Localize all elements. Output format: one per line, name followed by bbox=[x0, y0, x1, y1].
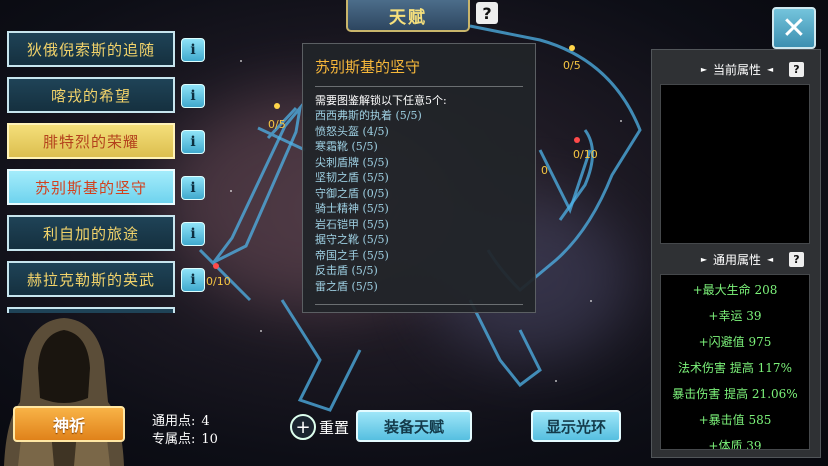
arrow-right-icon: ◄ bbox=[767, 64, 774, 74]
popup-requirement: 需要图鉴解锁以下任意5个: bbox=[315, 94, 447, 107]
info-icon[interactable]: i bbox=[181, 130, 205, 154]
talent-detail-popup: 苏别斯基的坚守 需要图鉴解锁以下任意5个: 西西弗斯的执着 (5/5) 愤怒头盔… bbox=[302, 43, 536, 313]
stat-line: 暴击伤害 提高 21.06% bbox=[672, 387, 798, 401]
pray-button[interactable]: 神祈 bbox=[13, 406, 125, 442]
popup-item: 岩石铠甲 (5/5) bbox=[315, 217, 389, 231]
arrow-left-icon: ► bbox=[700, 64, 707, 74]
reset-button[interactable]: + 重置 bbox=[290, 414, 349, 440]
arrow-left-icon: ► bbox=[700, 254, 707, 264]
talent-item[interactable]: 喀戎的希望 bbox=[7, 77, 175, 113]
talent-item-selected[interactable]: 腓特烈的荣耀 bbox=[7, 123, 175, 159]
popup-item: 守御之盾 (0/5) bbox=[315, 186, 389, 200]
popup-item: 雷之盾 (5/5) bbox=[315, 279, 378, 293]
talent-item[interactable]: 狄俄倪索斯的追随 bbox=[7, 31, 175, 67]
reset-label: 重置 bbox=[319, 418, 350, 437]
page-title: 天赋 bbox=[346, 0, 470, 32]
current-attr-title: 当前属性 bbox=[712, 62, 761, 77]
node-count-top: 0/5 bbox=[563, 59, 581, 72]
popup-item: 西西弗斯的执着 (5/5) bbox=[315, 109, 422, 122]
general-points-label: 通用点: bbox=[152, 414, 196, 429]
talent-item[interactable]: 赫拉克勒斯的英武 bbox=[7, 261, 175, 297]
info-icon[interactable]: i bbox=[181, 176, 205, 200]
popup-item: 据守之靴 (5/5) bbox=[315, 233, 389, 246]
general-attr-title: 通用属性 bbox=[712, 252, 761, 267]
equip-talent-button[interactable]: 装备天赋 bbox=[356, 410, 472, 442]
question-icon[interactable]: ? bbox=[476, 2, 498, 24]
close-icon: ✕ bbox=[781, 10, 807, 46]
question-icon[interactable]: ? bbox=[789, 62, 804, 77]
general-points-value: 4 bbox=[201, 414, 210, 429]
popup-divider bbox=[315, 86, 523, 87]
talent-item[interactable]: 利自加的旅途 bbox=[7, 215, 175, 251]
attribute-panel: ► 当前属性 ◄ ? ► 通用属性 ◄ ? +最大生命 208 +幸运 39 +… bbox=[651, 49, 821, 458]
stat-line: +暴击值 585 bbox=[698, 413, 772, 427]
node-count-right-mid: 0 bbox=[541, 164, 548, 177]
info-icon[interactable]: i bbox=[181, 38, 205, 62]
hooded-character-portrait bbox=[4, 318, 124, 466]
info-icon[interactable]: i bbox=[181, 84, 205, 108]
stat-line: +闪避值 975 bbox=[698, 335, 772, 349]
current-attr-box bbox=[660, 84, 810, 244]
stat-line: +幸运 39 bbox=[708, 309, 762, 323]
show-aura-button[interactable]: 显示光环 bbox=[531, 410, 621, 442]
special-points-label: 专属点: bbox=[152, 432, 196, 447]
popup-item: 寒霜靴 (5/5) bbox=[315, 140, 378, 153]
popup-item: 愤怒头盔 (4/5) bbox=[315, 124, 389, 138]
popup-item: 坚韧之盾 (5/5) bbox=[315, 171, 389, 184]
info-icon[interactable]: i bbox=[181, 222, 205, 246]
popup-item: 帝国之手 (5/5) bbox=[315, 248, 389, 262]
stat-line: +体质 39 bbox=[708, 439, 762, 450]
popup-item: 骑士精神 (5/5) bbox=[315, 202, 389, 215]
popup-item: 反击盾 (5/5) bbox=[315, 264, 378, 277]
general-attr-box[interactable]: +最大生命 208 +幸运 39 +闪避值 975 法术伤害 提高 117% 暴… bbox=[660, 274, 810, 450]
popup-divider bbox=[315, 304, 523, 305]
close-button[interactable]: ✕ bbox=[772, 7, 816, 49]
info-icon[interactable]: i bbox=[181, 268, 205, 292]
special-points: 专属点: 10 bbox=[152, 428, 218, 447]
plus-icon: + bbox=[290, 414, 316, 440]
node-count-left-upper: 0/5 bbox=[268, 118, 286, 131]
popup-title: 苏别斯基的坚守 bbox=[315, 58, 421, 76]
special-points-value: 10 bbox=[201, 432, 218, 447]
stat-line: +最大生命 208 bbox=[692, 283, 778, 297]
popup-item: 尖刺盾牌 (5/5) bbox=[315, 155, 389, 169]
question-icon[interactable]: ? bbox=[789, 252, 804, 267]
arrow-right-icon: ◄ bbox=[767, 254, 774, 264]
general-points: 通用点: 4 bbox=[152, 410, 210, 429]
node-count-left-lower: 0/10 bbox=[206, 275, 231, 288]
stat-line: 法术伤害 提高 117% bbox=[678, 361, 792, 375]
node-count-right: 0/10 bbox=[573, 148, 598, 161]
talent-item-active[interactable]: 苏别斯基的坚守 bbox=[7, 169, 175, 205]
